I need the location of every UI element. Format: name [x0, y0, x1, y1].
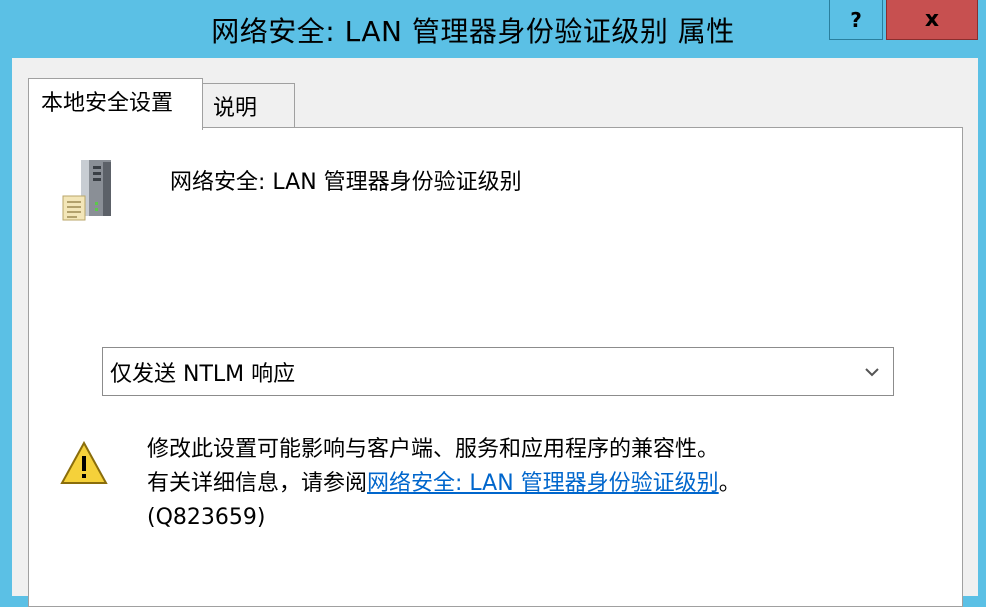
warning-line-2: 有关详细信息，请参阅网络安全: LAN 管理器身份验证级别。 [147, 467, 741, 501]
warning-text: 修改此设置可能影响与客户端、服务和应用程序的兼容性。 有关详细信息，请参阅网络安… [147, 433, 741, 535]
warning-line-2-prefix: 有关详细信息，请参阅 [147, 471, 368, 496]
server-icon [62, 160, 111, 221]
title-bar[interactable]: 网络安全: LAN 管理器身份验证级别 属性 ? x [0, 0, 986, 58]
dialog-body: 本地安全设置 说明 网络安全: LAN 管理器身份验证级别 仅发送 NTLM 响… [12, 58, 978, 607]
warning-kb-id: (Q823659) [147, 505, 266, 530]
policy-help-link[interactable]: 网络安全: LAN 管理器身份验证级别 [367, 471, 719, 496]
help-button[interactable]: ? [829, 0, 883, 40]
tab-panel: 网络安全: LAN 管理器身份验证级别 仅发送 NTLM 响应 修改此设置可能影… [28, 127, 963, 607]
warning-icon [60, 441, 108, 484]
chevron-down-icon[interactable] [855, 360, 889, 384]
tab-explain[interactable]: 说明 [202, 83, 295, 128]
policy-name: 网络安全: LAN 管理器身份验证级别 [170, 170, 522, 195]
warning-line-1: 修改此设置可能影响与客户端、服务和应用程序的兼容性。 [147, 437, 720, 462]
tab-local-security-setting[interactable]: 本地安全设置 [28, 78, 203, 130]
setting-dropdown[interactable]: 仅发送 NTLM 响应 [102, 347, 894, 396]
dropdown-selected-value: 仅发送 NTLM 响应 [110, 361, 296, 387]
close-button[interactable]: x [886, 0, 978, 40]
warning-line-2-suffix: 。 [718, 471, 741, 496]
